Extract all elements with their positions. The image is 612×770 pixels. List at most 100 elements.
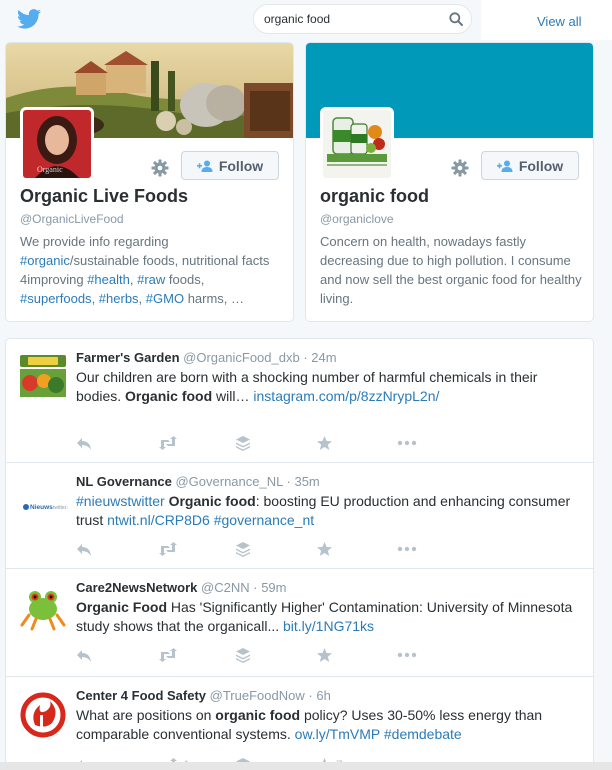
retweet-icon [159,542,177,556]
tweet-author-handle[interactable]: @C2NN [201,580,250,595]
tweet-avatar[interactable]: Nieuws twitter.nl [18,475,68,525]
tweet-timestamp[interactable]: 24m [311,350,336,365]
svg-text:twitter.nl: twitter.nl [53,505,68,511]
tweet-actions [76,435,436,451]
reply-button[interactable] [76,541,92,557]
tweet-timestamp[interactable]: 59m [261,580,286,595]
stack-button[interactable] [236,541,250,557]
text-segment: , [129,272,138,287]
tweet-author-handle[interactable]: @TrueFoodNow [210,688,305,703]
star-icon [317,648,332,662]
text-link[interactable]: bit.ly/1NG71ks [283,618,374,634]
tweet-header: Center 4 Food Safety @TrueFoodNow · 6h [76,688,331,703]
text-link[interactable]: #demdebate [384,726,462,742]
star-icon [317,436,332,450]
text-segment: harms, … [184,291,245,306]
text-highlight: Organic Food [76,599,167,615]
favorite-button[interactable] [317,435,332,451]
profile-bio: We provide info regarding #organic/susta… [20,232,282,308]
stack-button[interactable] [236,435,250,451]
tweet-text: What are positions on organic food polic… [76,706,586,744]
tweet-avatar[interactable] [18,689,68,739]
tweet-header: NL Governance @Governance_NL · 35m [76,474,320,489]
tweet-author-handle[interactable]: @OrganicFood_dxb [183,350,300,365]
favorite-button[interactable] [317,647,332,663]
text-link[interactable]: ow.ly/TmVMP [295,726,380,742]
more-button[interactable] [397,647,417,663]
reply-button[interactable] [76,435,92,451]
text-link[interactable]: #governance_nt [214,512,314,528]
retweet-button[interactable] [158,647,178,663]
tweet[interactable]: Nieuws twitter.nl NL Governance @Governa… [6,463,593,569]
retweet-icon [159,436,177,450]
gear-icon[interactable] [151,159,169,177]
tweet-avatar[interactable] [18,581,68,631]
reply-icon [77,650,91,662]
text-link[interactable]: #superfoods [20,291,92,306]
profile-handle[interactable]: @organiclove [320,212,394,226]
text-highlight: Organic food [125,388,213,404]
tweet-header: Care2NewsNetwork @C2NN · 59m [76,580,287,595]
text-link[interactable]: instagram.com/p/8zzNrypL2n/ [253,388,439,404]
avatar[interactable] [320,107,394,181]
tweet-text: Our children are born with a shocking nu… [76,368,586,406]
retweet-button[interactable] [158,435,178,451]
tweet-author-name[interactable]: NL Governance [76,474,172,489]
gear-icon[interactable] [451,159,469,177]
text-link[interactable]: #nieuwstwitter [76,493,165,509]
twitter-bird-icon[interactable] [17,9,41,29]
profile-handle[interactable]: @OrganicLiveFood [20,212,124,226]
text-segment: We provide info regarding [20,234,169,249]
profile-card[interactable]: Organic Follow Organic Live Foods @Organ… [5,42,294,322]
more-icon [397,440,417,446]
more-icon [397,546,417,552]
avatar[interactable]: Organic [20,107,94,181]
text-link[interactable]: ntwit.nl/CRP8D6 [107,512,210,528]
tweet-separator: · [286,474,291,489]
profile-bio: Concern on health, nowadays fastly decre… [320,232,582,308]
more-button[interactable] [397,435,417,451]
profile-name[interactable]: organic food [320,186,429,207]
text-highlight: organic food [215,707,301,723]
view-all-link[interactable]: View all [537,14,582,29]
text-link[interactable]: #health [87,272,130,287]
tweet-author-name[interactable]: Center 4 Food Safety [76,688,206,703]
follow-button[interactable]: Follow [181,151,279,180]
favorite-button[interactable] [317,541,332,557]
tweet-timestamp[interactable]: 6h [316,688,330,703]
tweet-separator: · [303,350,308,365]
text-link[interactable]: #organic [20,253,70,268]
tweet-author-name[interactable]: Farmer's Garden [76,350,180,365]
tweet-author-handle[interactable]: @Governance_NL [175,474,282,489]
follow-button[interactable]: Follow [481,151,579,180]
tweet-timestamp[interactable]: 35m [294,474,319,489]
tweet-header: Farmer's Garden @OrganicFood_dxb · 24m [76,350,337,365]
reply-button[interactable] [76,647,92,663]
tweet-actions [76,541,436,557]
text-segment: foods, [165,272,205,287]
text-link[interactable]: #GMO [146,291,184,306]
svg-text:Organic: Organic [37,165,63,174]
text-segment: , [91,291,99,306]
horizontal-scrollbar[interactable] [0,762,612,770]
profile-card[interactable]: Follow organic food @organiclove Concern… [305,42,594,322]
more-button[interactable] [397,541,417,557]
text-segment: Concern on health, nowadays fastly decre… [320,234,582,306]
text-link[interactable]: #herbs [99,291,139,306]
stack-button[interactable] [236,647,250,663]
profile-name[interactable]: Organic Live Foods [20,186,188,207]
svg-text:Nieuws: Nieuws [30,504,53,511]
retweet-icon [159,648,177,662]
text-link[interactable]: #raw [137,272,165,287]
tweet[interactable]: Farmer's Garden @OrganicFood_dxb · 24m O… [6,339,593,463]
search-input[interactable] [264,5,444,33]
search-icon[interactable] [449,12,463,26]
tweet[interactable]: Center 4 Food Safety @TrueFoodNow · 6h W… [6,677,593,770]
tweet-author-name[interactable]: Care2NewsNetwork [76,580,197,595]
star-icon [317,542,332,556]
follow-label: Follow [218,157,264,174]
retweet-button[interactable] [158,541,178,557]
search-box [253,4,472,34]
tweet-avatar[interactable] [18,351,68,401]
tweet[interactable]: Care2NewsNetwork @C2NN · 59m Organic Foo… [6,569,593,677]
